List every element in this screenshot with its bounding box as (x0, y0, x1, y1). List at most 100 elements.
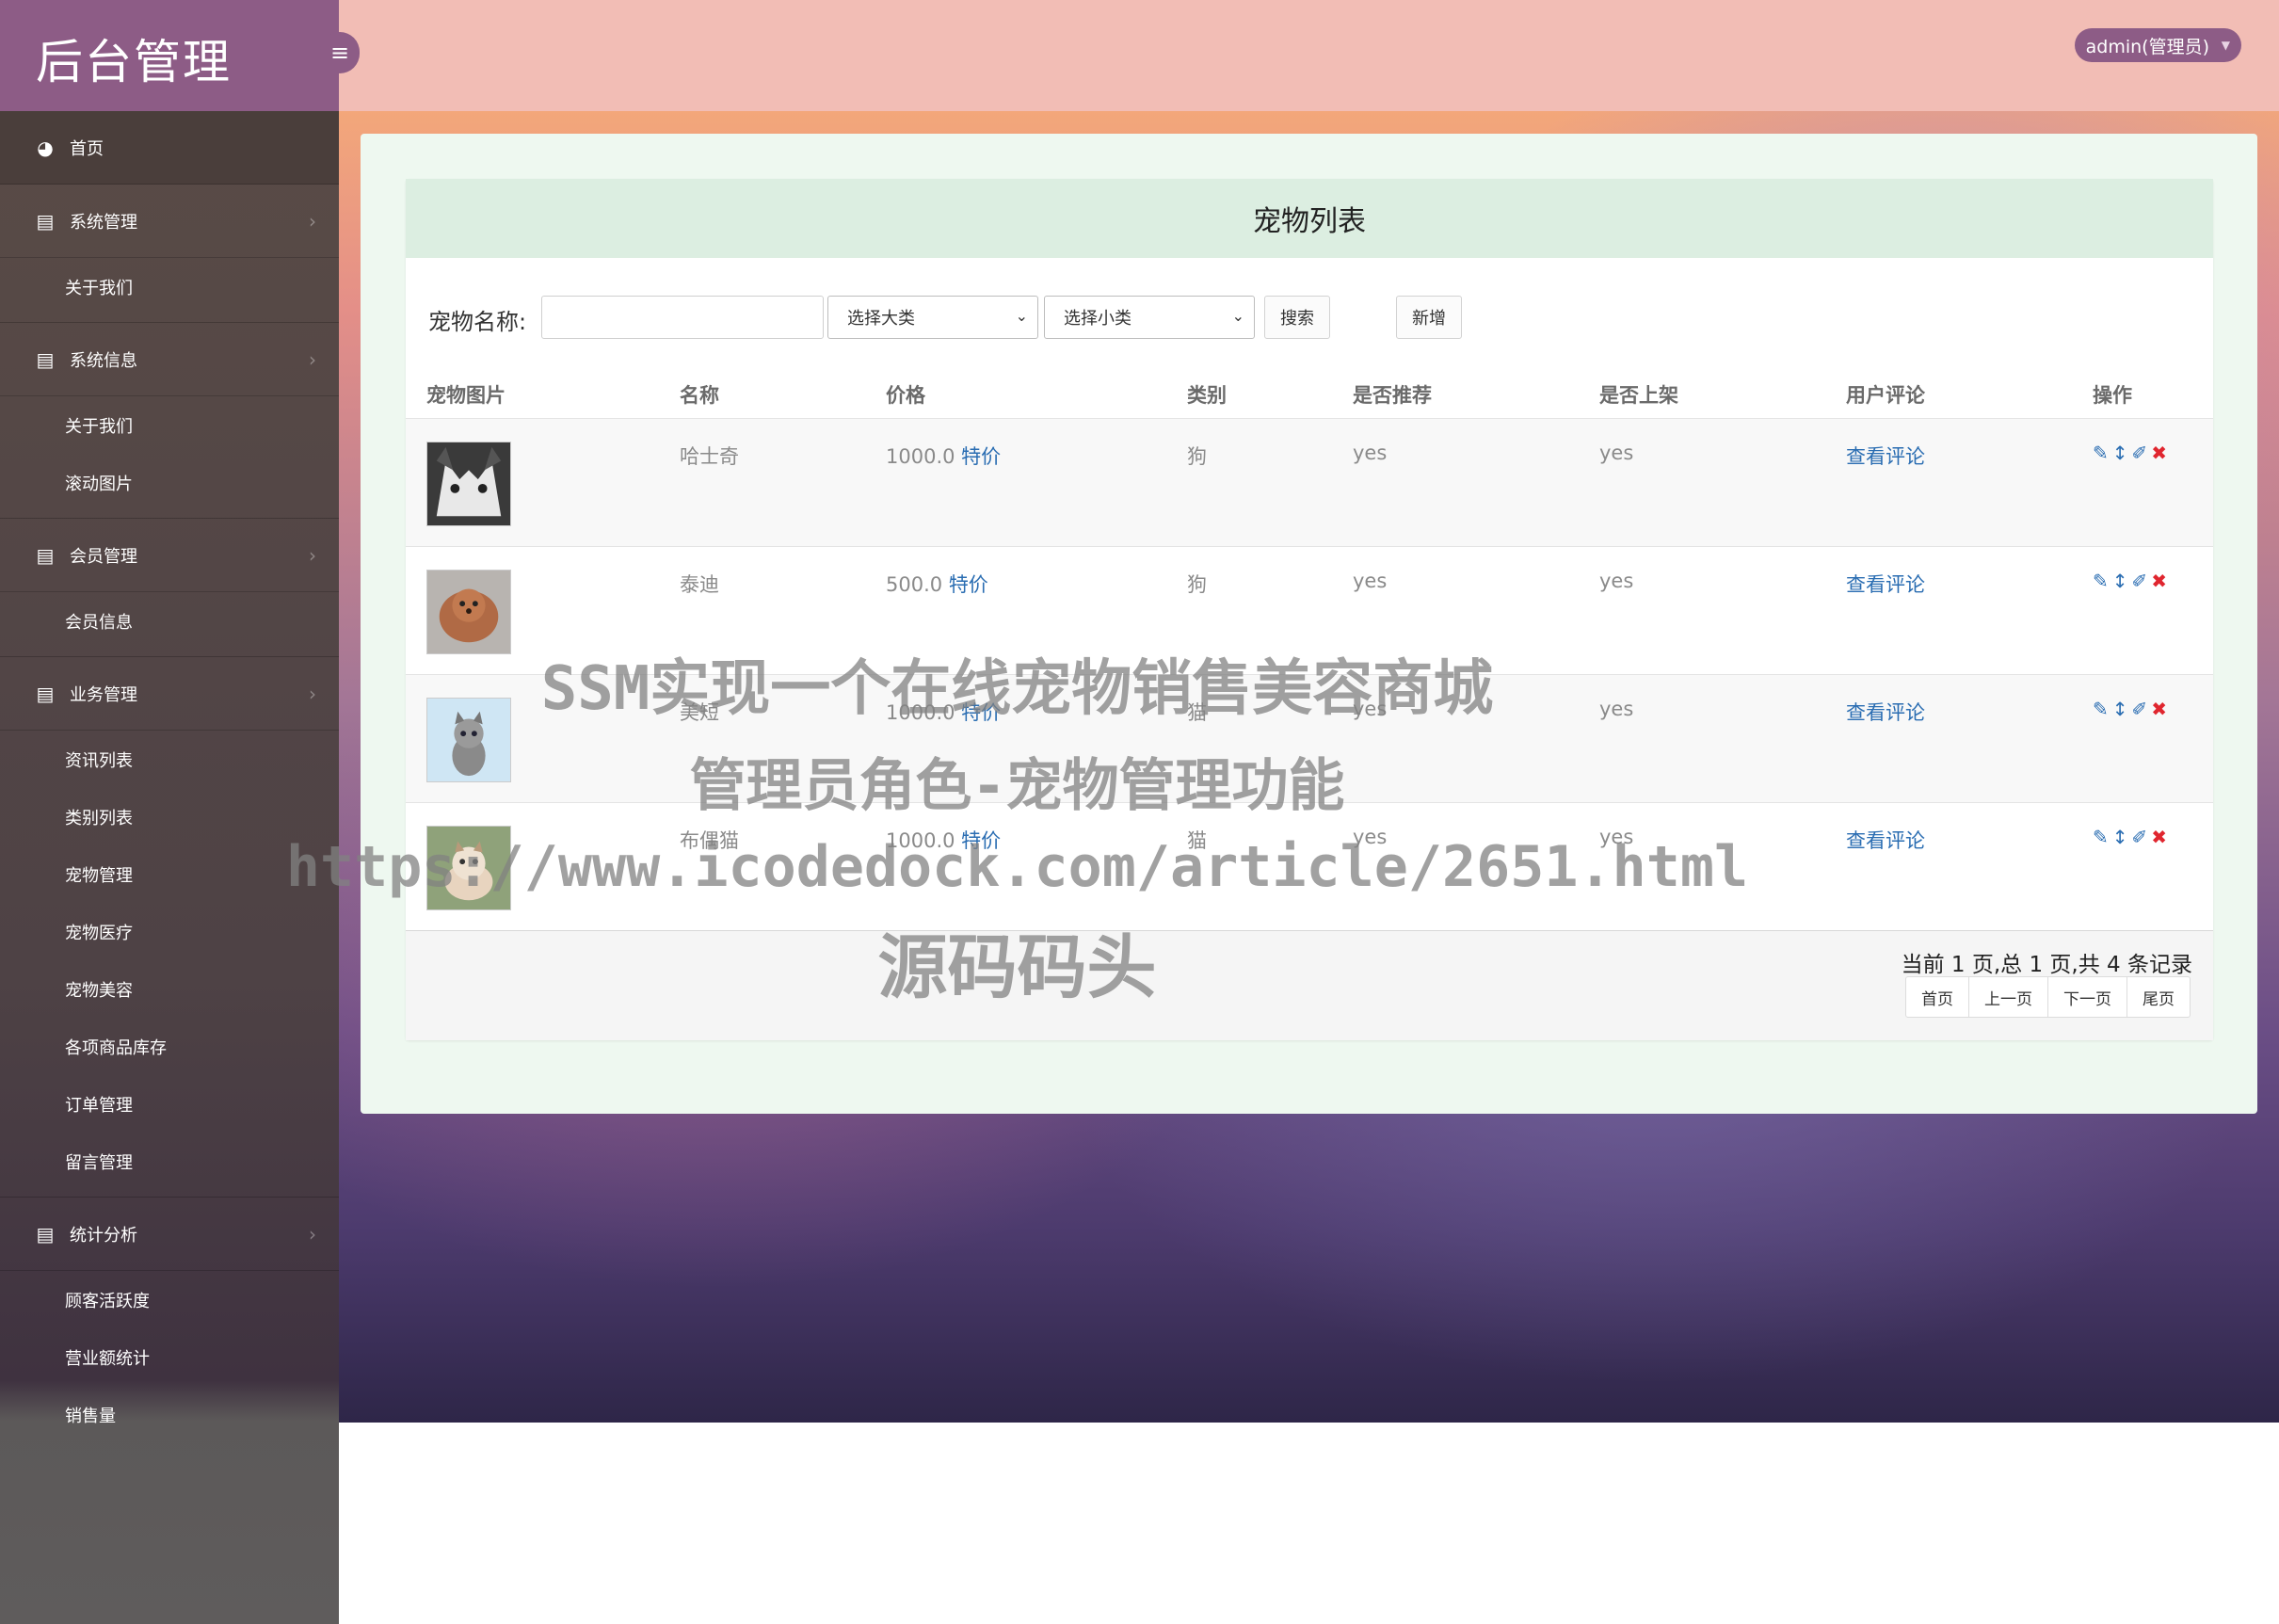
sidebar-group-label: 业务管理 (70, 684, 137, 705)
category-select[interactable]: 选择大类 ⌄ (827, 296, 1038, 339)
sidebar-item-carousel[interactable]: 滚动图片 (0, 454, 339, 511)
prev-page-button[interactable]: 上一页 (1968, 976, 2048, 1018)
pet-name-input[interactable] (541, 296, 824, 339)
pet-image-husky[interactable] (426, 442, 511, 526)
pet-image-shorthair[interactable] (426, 698, 511, 782)
edit-icon[interactable]: ✐ (2132, 698, 2148, 720)
thumbs-down-icon[interactable]: ✎ (2093, 698, 2109, 720)
column-header: 类别 (1187, 384, 1227, 407)
pet-image-ragdoll[interactable] (426, 826, 511, 910)
view-comments-link[interactable]: 查看评论 (1846, 442, 1925, 470)
delete-icon[interactable]: ✖ (2151, 826, 2167, 848)
sidebar-item-orders[interactable]: 订单管理 (0, 1075, 339, 1133)
book-icon: ▤ (36, 1222, 55, 1246)
pet-listed: yes (1599, 442, 1634, 464)
edit-icon[interactable]: ✐ (2132, 442, 2148, 464)
pet-name: 美短 (680, 701, 719, 724)
sidebar-item-label: 首页 (70, 138, 104, 159)
delete-icon[interactable]: ✖ (2151, 442, 2167, 464)
sidebar-group-business[interactable]: ▤ 业务管理 › (0, 657, 339, 731)
pet-image-teddy[interactable] (426, 570, 511, 654)
menu-icon: ≡ (329, 40, 350, 66)
pet-list-panel: 宠物列表 宠物名称: 选择大类 ⌄ 选择小类 ⌄ 搜索 新增 宠物图片 名称 价… (406, 179, 2213, 1040)
sidebar-item-messages[interactable]: 留言管理 (0, 1133, 339, 1190)
price-value: 1000.0 (886, 829, 955, 852)
book-icon: ▤ (36, 347, 55, 371)
sort-icon[interactable]: ↕ (2112, 826, 2128, 848)
search-label: 宠物名称: (428, 309, 527, 335)
sidebar: 后台管理 ◕ 首页 ▤ 系统管理 › 关于我们 ▤ 系统信息 › 关于我们 滚动… (0, 0, 339, 1624)
sort-icon[interactable]: ↕ (2112, 698, 2128, 720)
app-title: 后台管理 (36, 35, 232, 89)
view-comments-link[interactable]: 查看评论 (1846, 570, 1925, 598)
column-header: 名称 (680, 384, 719, 407)
chevron-right-icon: › (309, 209, 316, 233)
thumbs-down-icon[interactable]: ✎ (2093, 826, 2109, 848)
pet-listed: yes (1599, 698, 1634, 720)
view-comments-link[interactable]: 查看评论 (1846, 698, 1925, 726)
delete-icon[interactable]: ✖ (2151, 570, 2167, 592)
book-icon: ▤ (36, 543, 55, 567)
pet-category: 狗 (1187, 573, 1207, 596)
subcategory-select-value: 选择小类 (1064, 309, 1131, 329)
sidebar-item-categories[interactable]: 类别列表 (0, 788, 339, 845)
column-header: 是否上架 (1599, 384, 1678, 407)
pet-category: 狗 (1187, 445, 1207, 468)
sidebar-item-inventory[interactable]: 各项商品库存 (0, 1018, 339, 1075)
table-body: 哈士奇 1000.0 特价 狗 yes yes 查看评论 ✎ ↕ ✐ ✖ 泰迪 (406, 418, 2213, 930)
delete-icon[interactable]: ✖ (2151, 698, 2167, 720)
pet-name: 哈士奇 (680, 445, 739, 468)
edit-icon[interactable]: ✐ (2132, 570, 2148, 592)
sidebar-nav: ◕ 首页 ▤ 系统管理 › 关于我们 ▤ 系统信息 › 关于我们 滚动图片 ▤ … (0, 111, 339, 1443)
brand-bar: 后台管理 (0, 0, 339, 111)
pet-listed: yes (1599, 570, 1634, 592)
pagination-info: 当前 1 页,总 1 页,共 4 条记录 (1901, 953, 2192, 977)
divider (0, 650, 339, 657)
sidebar-toggle-button[interactable]: ≡ (320, 32, 360, 73)
last-page-button[interactable]: 尾页 (2127, 976, 2191, 1018)
sidebar-group-system[interactable]: ▤ 系统管理 › (0, 185, 339, 258)
subcategory-select[interactable]: 选择小类 ⌄ (1044, 296, 1255, 339)
sidebar-item-pet-grooming[interactable]: 宠物美容 (0, 960, 339, 1018)
column-header: 是否推荐 (1353, 384, 1432, 407)
user-menu-button[interactable]: admin(管理员) ▼ (2074, 28, 2241, 62)
sidebar-item-about[interactable]: 关于我们 (0, 396, 339, 454)
sidebar-item-activity[interactable]: 顾客活跃度 (0, 1271, 339, 1328)
pet-price: 1000.0 特价 (886, 698, 1001, 726)
divider (0, 1190, 339, 1198)
sidebar-group-statistics[interactable]: ▤ 统计分析 › (0, 1198, 339, 1271)
sidebar-item-pet-medical[interactable]: 宠物医疗 (0, 903, 339, 960)
table-header: 宠物图片 名称 价格 类别 是否推荐 是否上架 用户评论 操作 (406, 371, 2213, 418)
sort-icon[interactable]: ↕ (2112, 570, 2128, 592)
special-price-link[interactable]: 特价 (961, 829, 1001, 852)
sidebar-item-pets[interactable]: 宠物管理 (0, 845, 339, 903)
edit-icon[interactable]: ✐ (2132, 826, 2148, 848)
add-button[interactable]: 新增 (1396, 296, 1462, 339)
column-header: 价格 (886, 384, 925, 407)
sidebar-item-home[interactable]: ◕ 首页 (0, 111, 339, 185)
table-footer: 当前 1 页,总 1 页,共 4 条记录 首页 上一页 下一页 尾页 (406, 930, 2213, 1040)
view-comments-link[interactable]: 查看评论 (1846, 826, 1925, 854)
row-actions: ✎ ↕ ✐ ✖ (2093, 826, 2167, 848)
special-price-link[interactable]: 特价 (961, 701, 1001, 724)
thumbs-down-icon[interactable]: ✎ (2093, 442, 2109, 464)
pet-name: 布偶猫 (680, 829, 739, 852)
pet-price: 1000.0 特价 (886, 826, 1001, 854)
sidebar-item-about[interactable]: 关于我们 (0, 258, 339, 315)
special-price-link[interactable]: 特价 (949, 573, 988, 596)
sidebar-group-members[interactable]: ▤ 会员管理 › (0, 519, 339, 592)
thumbs-down-icon[interactable]: ✎ (2093, 570, 2109, 592)
search-button[interactable]: 搜索 (1264, 296, 1330, 339)
sidebar-group-system-info[interactable]: ▤ 系统信息 › (0, 323, 339, 396)
sort-icon[interactable]: ↕ (2112, 442, 2128, 464)
sidebar-item-sales[interactable]: 销售量 (0, 1386, 339, 1443)
special-price-link[interactable]: 特价 (961, 445, 1001, 468)
sidebar-item-revenue[interactable]: 营业额统计 (0, 1328, 339, 1386)
pet-name: 泰迪 (680, 573, 719, 596)
sidebar-item-news[interactable]: 资讯列表 (0, 731, 339, 788)
sidebar-item-member-info[interactable]: 会员信息 (0, 592, 339, 650)
next-page-button[interactable]: 下一页 (2047, 976, 2127, 1018)
sidebar-group-label: 统计分析 (70, 1225, 137, 1246)
price-value: 1000.0 (886, 445, 955, 468)
first-page-button[interactable]: 首页 (1905, 976, 1969, 1018)
